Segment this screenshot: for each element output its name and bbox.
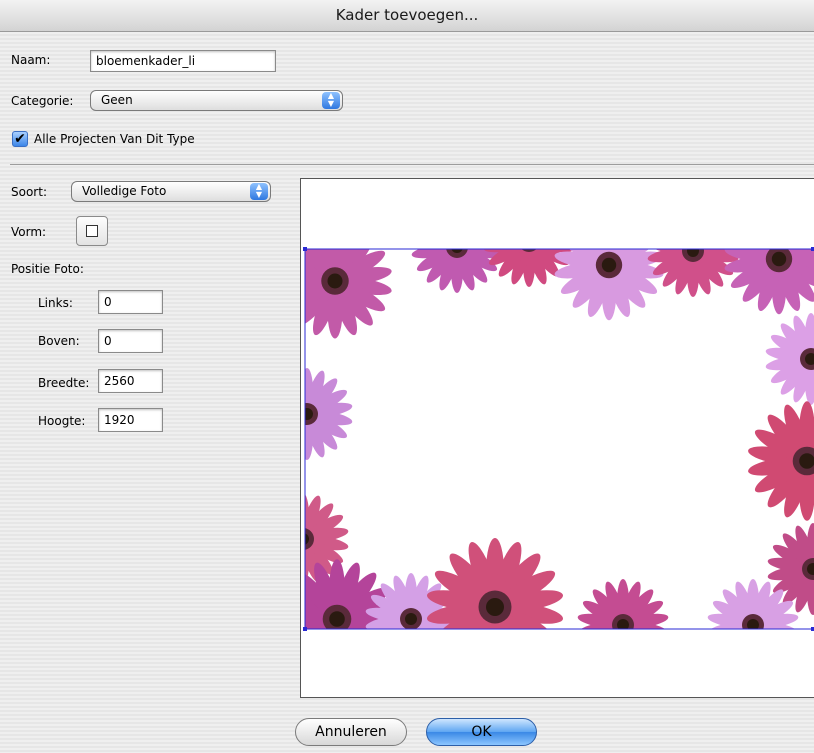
- check-icon: ✔: [14, 131, 26, 147]
- width-label: Breedte:: [38, 376, 90, 390]
- type-value: Volledige Foto: [82, 184, 167, 198]
- name-field[interactable]: bloemenkader_li: [90, 50, 276, 72]
- category-value: Geen: [101, 93, 133, 107]
- window-title: Kader toevoegen...: [0, 0, 814, 32]
- category-popup[interactable]: Geen ▲ ▼: [90, 90, 343, 111]
- frame-preview[interactable]: [300, 178, 814, 698]
- height-label: Hoogte:: [38, 414, 86, 428]
- top-label: Boven:: [38, 334, 80, 348]
- flower-frame-image: [303, 247, 814, 631]
- photo-position-label: Positie Foto:: [11, 262, 84, 276]
- type-label: Soort:: [11, 185, 47, 199]
- all-projects-checkbox[interactable]: ✔: [12, 131, 28, 147]
- width-field[interactable]: 2560: [98, 369, 163, 393]
- shape-button[interactable]: [76, 216, 108, 246]
- category-label: Categorie:: [11, 94, 74, 108]
- updown-arrows-icon: ▲ ▼: [322, 92, 340, 109]
- shape-label: Vorm:: [11, 225, 47, 239]
- top-field[interactable]: 0: [98, 329, 163, 353]
- left-label: Links:: [38, 296, 73, 310]
- ok-button[interactable]: OK: [426, 718, 537, 746]
- name-label: Naam:: [11, 53, 51, 67]
- updown-arrows-icon: ▲ ▼: [250, 183, 268, 200]
- separator: [10, 164, 814, 165]
- cancel-button[interactable]: Annuleren: [295, 718, 407, 746]
- square-shape-icon: [86, 225, 98, 237]
- left-field[interactable]: 0: [98, 290, 163, 314]
- height-field[interactable]: 1920: [98, 408, 163, 432]
- all-projects-label: Alle Projecten Van Dit Type: [34, 132, 195, 146]
- type-popup[interactable]: Volledige Foto ▲ ▼: [71, 181, 271, 202]
